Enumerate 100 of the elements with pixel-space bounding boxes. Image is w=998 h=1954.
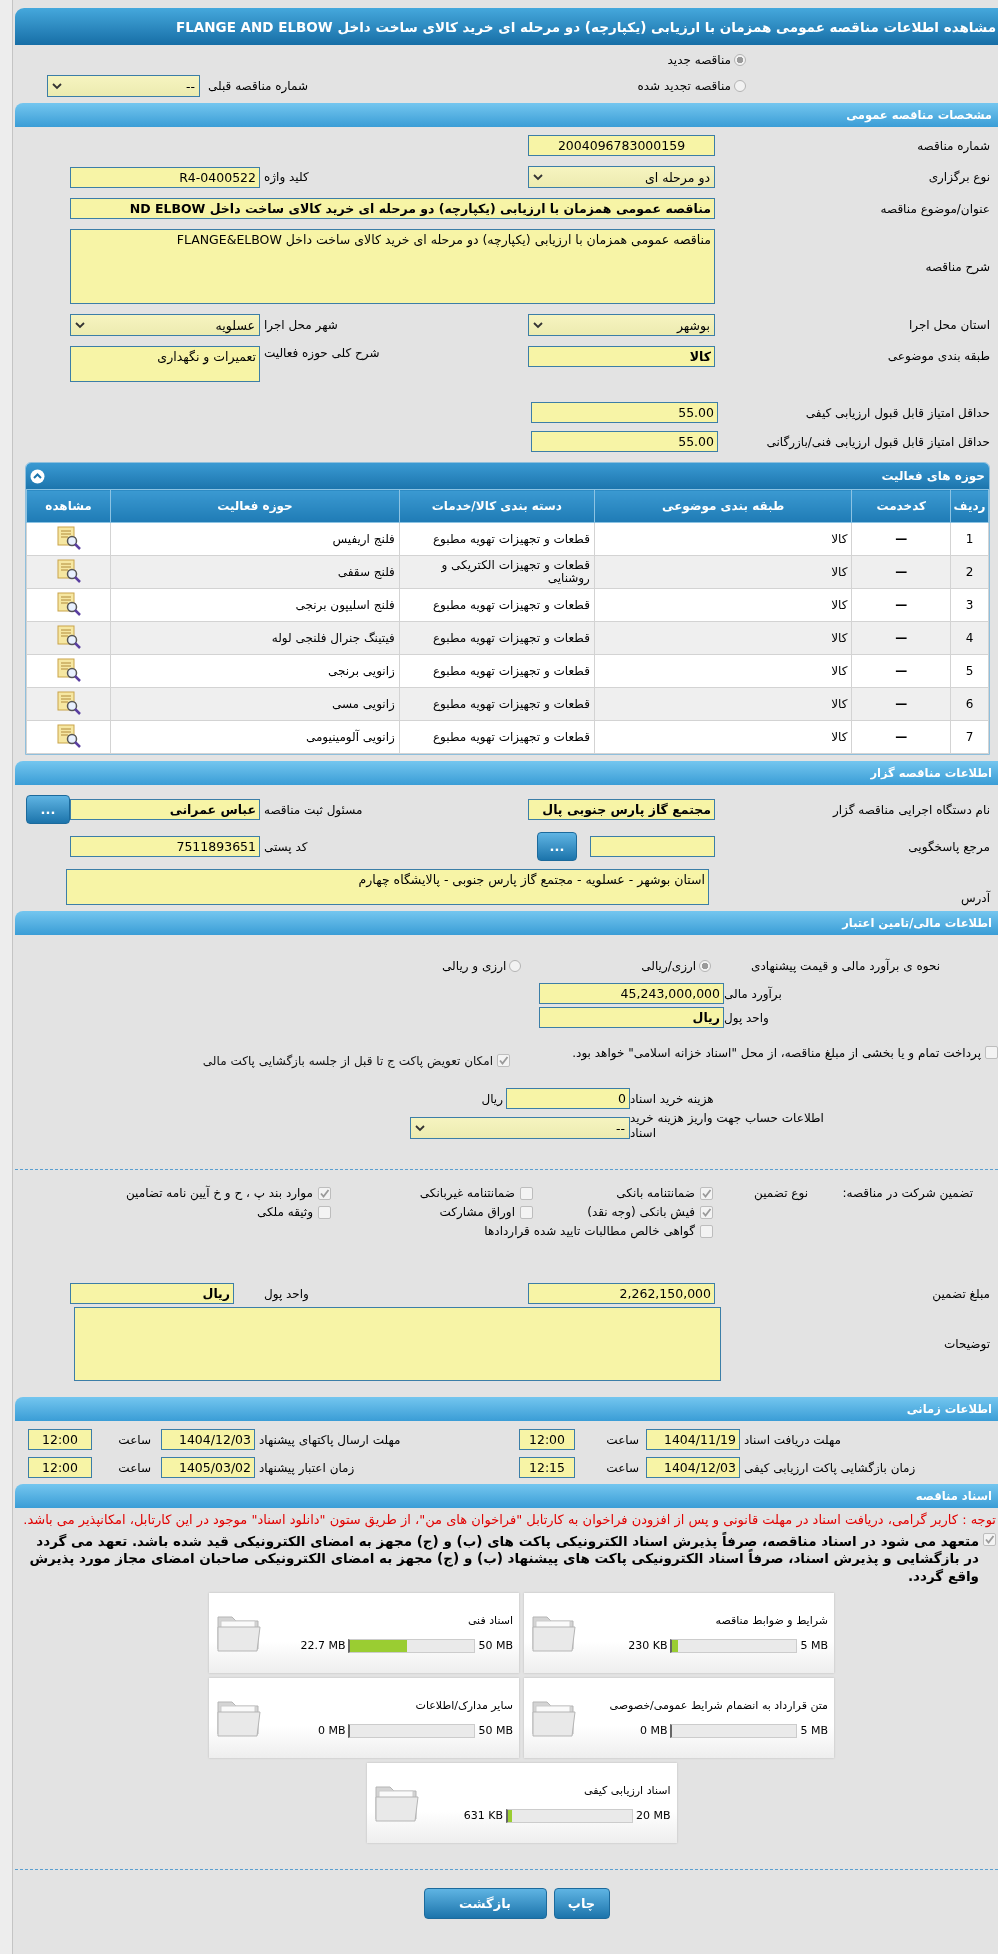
collapse-icon[interactable] xyxy=(30,468,45,484)
time-field[interactable]: 12:00 xyxy=(28,1457,92,1478)
date-field[interactable]: 1405/03/02 xyxy=(161,1457,255,1478)
tender-number-field[interactable]: 2004096783000159 xyxy=(528,135,715,156)
document-search-icon[interactable] xyxy=(55,525,82,550)
table-cell: فلنج اریفیس xyxy=(110,522,400,556)
checkbox[interactable] xyxy=(520,1205,533,1219)
radio-label: مناقصه تجدید شده xyxy=(637,79,731,93)
document-search-icon[interactable] xyxy=(55,723,82,748)
field-label: شماره مناقصه xyxy=(916,138,990,153)
size-limit: 20 MB xyxy=(635,1809,671,1823)
back-button[interactable]: بازگشت xyxy=(423,1888,547,1920)
city-select[interactable]: عسلویه xyxy=(70,314,260,336)
address-field[interactable]: استان بوشهر - عسلویه - مجتمع گاز پارس جنوبی - پالایشگاه چهارم xyxy=(66,869,709,905)
field-label: شماره مناقصه قبلی xyxy=(208,79,308,93)
table-cell: قطعات و تجهیزات تهویه مطبوع xyxy=(399,588,595,622)
size-limit: 50 MB xyxy=(478,1639,513,1653)
table-cell: — xyxy=(851,588,951,622)
document-search-icon[interactable] xyxy=(55,690,82,715)
checkbox-label: ضمانتنامه غیربانکی xyxy=(419,1186,515,1200)
size-limit: 5 MB xyxy=(800,1724,828,1738)
uploaded-size: 0 MB xyxy=(639,1724,668,1738)
notice-text: توجه : کاربر گرامی، دریافت اسناد در مهلت قانونی و پس از افزودن فراخوان به کارتابل "فراخوان های من"، از طریق ستون "دانلود اسناد" موجود در این کارتابل، امکانپذیر می باشد. xyxy=(22,1511,997,1529)
browse-button[interactable]: ... xyxy=(537,832,577,861)
checkbox[interactable] xyxy=(520,1186,533,1200)
table-cell: 2 xyxy=(950,555,989,589)
table-cell: قطعات و تجهیزات تهویه مطبوع xyxy=(399,621,595,655)
page-title: مشاهده اطلاعات مناقصه عمومی همزمان با ارزیابی (یکپارچه) دو مرحله ای خرید کالای ساخت داخل FLANGE AND ELBOW xyxy=(15,8,998,45)
description-field[interactable]: مناقصه عمومی همزمان با ارزیابی (یکپارچه) دو مرحله ای خرید کالای ساخت داخل FLANGE&ELBOW xyxy=(70,229,715,304)
time-label: ساعت xyxy=(117,1432,152,1447)
field-label: مسئول ثبت مناقصه xyxy=(263,802,364,817)
province-select[interactable]: بوشهر xyxy=(528,314,715,336)
commitment-text: متعهد می شود در اسناد مناقصه، صرفاً پذیرش اسناد الکترونیکی پاکت های (ب) و (ج) مجهز به امضای الکترونیکی قید شده باشد. تعهد می گردد در بازگشایی و پذیرش اسناد، صرفاً اسناد الکترونیکی پاکت های پیشنهاد (ب) و (ج) مجهز به امضای الکترونیکی صاحبان امضای مجاز مورد پذیرش واقع گردد. xyxy=(28,1532,979,1586)
field-label: نوع برگزاری xyxy=(927,170,990,184)
document-search-icon[interactable] xyxy=(55,657,82,682)
field-label: کد پستی xyxy=(263,839,309,854)
category-field[interactable]: کالا xyxy=(528,346,715,367)
checkbox[interactable] xyxy=(700,1224,713,1238)
date-field[interactable]: 1404/12/03 xyxy=(646,1457,740,1478)
response-reference-field[interactable] xyxy=(590,836,715,857)
checkbox[interactable] xyxy=(985,1046,998,1059)
caret-icon xyxy=(52,82,62,90)
section-title: مشخصات مناقصه عمومی xyxy=(846,108,992,122)
account-select[interactable]: -- xyxy=(410,1117,630,1139)
activity-summary-field[interactable]: تعمیرات و نگهداری xyxy=(70,346,260,382)
date-field[interactable]: 1404/11/19 xyxy=(646,1429,740,1450)
holding-type-select[interactable]: دو مرحله ای xyxy=(528,166,715,188)
date-field[interactable]: 1404/12/03 xyxy=(161,1429,255,1450)
currency-field[interactable]: ریال xyxy=(539,1007,724,1028)
checkbox[interactable] xyxy=(318,1186,331,1200)
notes-field[interactable] xyxy=(74,1307,721,1381)
checkbox[interactable] xyxy=(497,1054,510,1067)
min-quality-score-field[interactable]: 55.00 xyxy=(531,402,718,423)
document-search-icon[interactable] xyxy=(55,624,82,649)
radio-button[interactable] xyxy=(734,54,746,66)
radio-button[interactable] xyxy=(734,80,746,92)
subject-field[interactable]: مناقصه عمومی همزمان با ارزیابی (یکپارچه) دو مرحله ای خرید کالای ساخت داخل ND ELBOW xyxy=(70,198,715,219)
radio-label: ارزی و ریالی xyxy=(442,959,507,973)
table-cell: کالا xyxy=(594,555,852,589)
estimate-field[interactable]: 45,243,000,000 xyxy=(539,983,724,1004)
postal-code-field[interactable]: 7511893651 xyxy=(70,836,260,857)
document-search-icon[interactable] xyxy=(55,558,82,583)
guarantee-currency-field[interactable]: ریال xyxy=(70,1283,234,1304)
field-label: نام دستگاه اجرایی مناقصه گزار xyxy=(831,802,990,817)
print-button[interactable]: چاپ xyxy=(553,1888,610,1920)
browse-button[interactable]: ... xyxy=(26,795,70,824)
field-label: آدرس xyxy=(959,891,990,905)
document-fee-field[interactable]: 0 xyxy=(506,1088,630,1109)
time-field[interactable]: 12:15 xyxy=(519,1457,575,1478)
checkbox[interactable] xyxy=(700,1205,713,1219)
organization-field[interactable]: مجتمع گاز پارس جنوبی پال xyxy=(528,799,715,820)
field-label: طبقه بندی موضوعی xyxy=(886,348,990,363)
time-label: ساعت xyxy=(605,1460,640,1475)
guarantee-amount-field[interactable]: 2,262,150,000 xyxy=(528,1283,715,1304)
table-cell: 3 xyxy=(950,588,989,622)
checkbox-label: پرداخت تمام و یا بخشی از مبلغ مناقصه، از محل "اسناد خزانه اسلامی" خواهد بود. xyxy=(572,1046,981,1060)
radio-button[interactable] xyxy=(509,960,522,972)
field-label: کلید واژه xyxy=(263,170,310,184)
previous-tender-select[interactable]: -- xyxy=(47,75,200,97)
min-technical-score-field[interactable]: 55.00 xyxy=(531,431,718,452)
document-search-icon[interactable] xyxy=(55,591,82,616)
field-label: نحوه ی برآورد مالی و قیمت پیشنهادی xyxy=(751,959,940,973)
checkbox[interactable] xyxy=(318,1205,331,1219)
time-field[interactable]: 12:00 xyxy=(519,1429,575,1450)
radio-label: مناقصه جدید xyxy=(667,53,731,67)
registrar-field[interactable]: عباس عمرانی xyxy=(70,799,260,820)
table-cell: — xyxy=(851,687,951,721)
keyword-field[interactable]: R4-0400522 xyxy=(70,166,260,188)
uploaded-size: 230 KB xyxy=(628,1639,668,1653)
field-label: توضیحات xyxy=(942,1337,990,1351)
checkbox[interactable] xyxy=(700,1186,713,1200)
field-label: مرجع پاسخگویی xyxy=(907,839,990,854)
time-field[interactable]: 12:00 xyxy=(28,1429,92,1450)
radio-button[interactable] xyxy=(699,960,712,972)
field-label: زمان بازگشایی پاکت ارزیابی کیفی xyxy=(743,1460,917,1475)
caret-icon xyxy=(533,321,543,329)
field-label: حداقل امتیاز قابل قبول ارزیابی فنی/بازرگانی xyxy=(765,434,990,449)
table-cell: زانویی مسی xyxy=(110,687,400,721)
checkbox[interactable] xyxy=(983,1532,996,1546)
time-label: ساعت xyxy=(117,1460,152,1475)
